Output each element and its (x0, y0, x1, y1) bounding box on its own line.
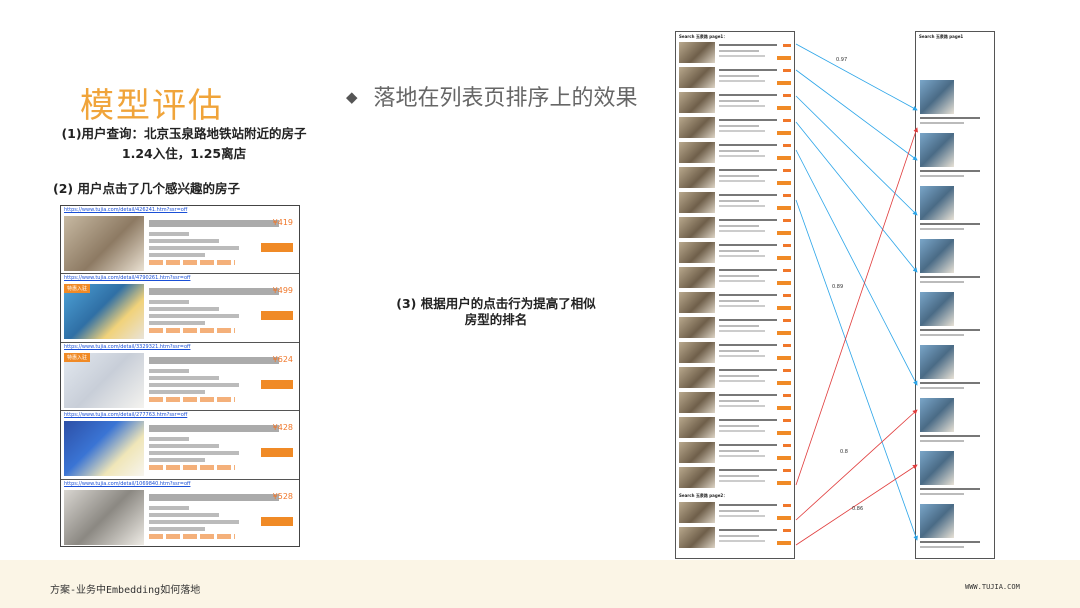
similarity-score: 0.89 (832, 284, 844, 290)
red-arrow (795, 409, 918, 521)
similarity-score: 0.86 (852, 506, 864, 512)
blue-arrow (795, 69, 918, 161)
blue-arrow (795, 43, 918, 111)
blue-arrow (795, 149, 918, 386)
red-arrow (795, 464, 918, 546)
footer-right-text: WWW.TUJIA.COM (965, 583, 1020, 591)
rank-change-arrows (795, 43, 918, 546)
similarity-score: 0.97 (836, 57, 848, 63)
blue-arrow (795, 199, 918, 541)
similarity-score: 0.8 (840, 449, 848, 455)
footer-left-text: 方案-业务中Embedding如何落地 (50, 585, 201, 596)
red-arrow (795, 127, 918, 486)
